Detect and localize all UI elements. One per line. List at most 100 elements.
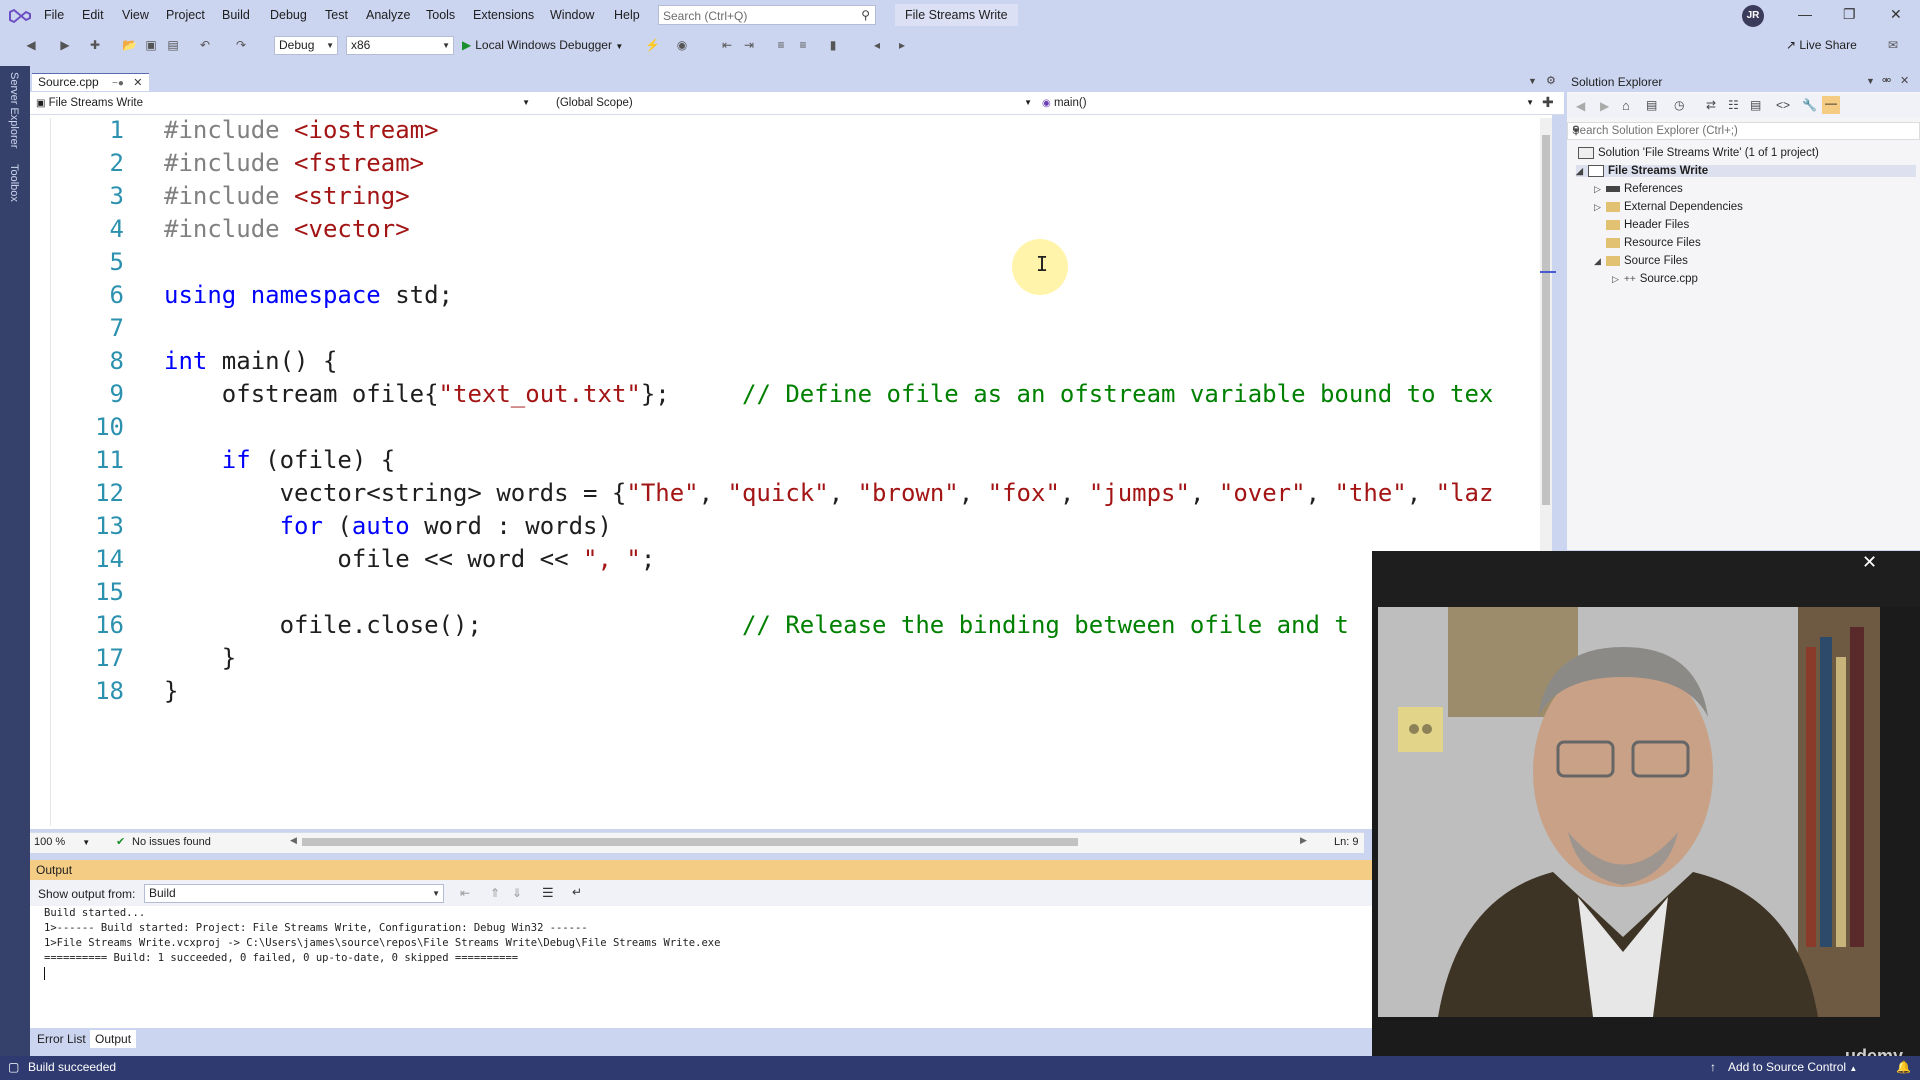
step-icon[interactable]: ⇤: [720, 38, 734, 52]
step-over-icon[interactable]: ⇥: [742, 38, 756, 52]
start-debugging-button[interactable]: ▶ Local Windows Debugger ▼: [462, 36, 623, 55]
hot-reload-icon[interactable]: ⚡: [645, 38, 660, 52]
close-tab-icon[interactable]: ✕: [133, 77, 142, 89]
tree-external-dependencies[interactable]: ▷ External Dependencies: [1594, 201, 1743, 213]
tab-output[interactable]: Output: [90, 1030, 137, 1048]
code-line-12: vector<string> words = {"The", "quick", …: [164, 479, 1494, 507]
menu-analyze[interactable]: Analyze: [366, 8, 410, 22]
word-wrap-icon[interactable]: ↵: [572, 885, 582, 899]
solution-search-input[interactable]: Search Solution Explorer (Ctrl+;) ⚲ ▼: [1567, 122, 1920, 140]
switch-views-icon[interactable]: ▤: [1646, 98, 1657, 112]
live-share-button[interactable]: ↗ Live Share: [1786, 38, 1857, 52]
prev-message-icon[interactable]: ⇑: [490, 886, 500, 900]
add-to-source-control-button[interactable]: Add to Source Control ▲: [1728, 1060, 1857, 1074]
server-explorer-tab[interactable]: Server Explorer: [8, 72, 20, 148]
config-dropdown[interactable]: Debug ▼: [274, 36, 338, 55]
save-all-icon[interactable]: ▤: [166, 38, 180, 52]
nav-function-dropdown[interactable]: ◉ main() ▼: [1042, 94, 1536, 112]
menu-project[interactable]: Project: [166, 8, 205, 22]
menu-build[interactable]: Build: [222, 8, 250, 22]
close-panel-icon[interactable]: ✕: [1900, 74, 1909, 87]
menu-edit[interactable]: Edit: [82, 8, 104, 22]
line-number: 8: [109, 347, 124, 375]
undo-icon[interactable]: ↶: [198, 38, 212, 52]
pending-changes-icon[interactable]: ◷: [1674, 98, 1684, 112]
tree-source-files[interactable]: ◢ Source Files: [1594, 255, 1688, 267]
close-webcam-icon[interactable]: ✕: [1862, 552, 1877, 573]
menu-window[interactable]: Window: [550, 8, 594, 22]
settings-icon[interactable]: ⚙: [1546, 74, 1556, 87]
zoom-dropdown[interactable]: 100 % ▼: [34, 836, 90, 848]
collapsed-icon: ▷: [1612, 274, 1619, 284]
vertical-scrollbar-thumb[interactable]: [1542, 135, 1550, 505]
menu-file[interactable]: File: [44, 8, 64, 22]
menu-help[interactable]: Help: [614, 8, 640, 22]
menu-extensions[interactable]: Extensions: [473, 8, 534, 22]
feedback-icon[interactable]: ✉: [1886, 38, 1900, 52]
horizontal-scrollbar-thumb[interactable]: [302, 838, 1078, 846]
nav-scope-dropdown[interactable]: (Global Scope) ▼: [556, 94, 1034, 112]
properties-icon[interactable]: 🔧: [1802, 98, 1817, 112]
open-file-icon[interactable]: 📂: [122, 38, 137, 52]
redo-icon[interactable]: ↷: [234, 38, 248, 52]
scroll-right-icon[interactable]: ▶: [1300, 835, 1307, 846]
tree-source-cpp[interactable]: ▷ ++ Source.cpp: [1612, 273, 1698, 285]
tree-header-files[interactable]: Header Files: [1594, 219, 1689, 231]
clear-all-icon[interactable]: ☰: [542, 885, 554, 901]
tree-node-label: References: [1624, 183, 1683, 195]
view-code-icon[interactable]: <>: [1776, 98, 1790, 112]
collapsed-icon: ▷: [1594, 184, 1601, 194]
find-message-icon[interactable]: ⇤: [460, 886, 470, 900]
tab-error-list[interactable]: Error List: [32, 1030, 91, 1048]
tree-solution[interactable]: Solution 'File Streams Write' (1 of 1 pr…: [1578, 147, 1819, 159]
show-all-files-icon[interactable]: ▤: [1750, 98, 1761, 112]
minimize-icon[interactable]: —: [1798, 6, 1812, 22]
tree-references[interactable]: ▷ References: [1594, 183, 1683, 195]
tab-source-cpp[interactable]: Source.cpp −● ✕: [32, 73, 149, 91]
prev-bookmark-icon[interactable]: ◂: [870, 38, 884, 52]
forward-icon[interactable]: ▶: [58, 38, 72, 52]
sync-icon[interactable]: ⇄: [1706, 98, 1716, 112]
nav-project-dropdown[interactable]: ▣ File Streams Write ▼: [36, 94, 532, 112]
pin-icon[interactable]: −●: [112, 78, 124, 89]
avatar[interactable]: JR: [1742, 5, 1764, 27]
forward-icon[interactable]: ▶: [1600, 99, 1609, 113]
notifications-icon[interactable]: 🔔: [1896, 1060, 1911, 1074]
menu-view[interactable]: View: [122, 8, 149, 22]
webcam-video: [1378, 607, 1880, 1017]
platform-dropdown[interactable]: x86 ▼: [346, 36, 454, 55]
save-icon[interactable]: ▣: [144, 38, 158, 52]
home-icon[interactable]: ⌂: [1622, 98, 1630, 113]
next-bookmark-icon[interactable]: ▸: [895, 38, 909, 52]
comment-icon[interactable]: ≡: [774, 38, 788, 52]
close-icon[interactable]: ✕: [1890, 6, 1902, 23]
back-icon[interactable]: ◀: [24, 38, 38, 52]
tree-resource-files[interactable]: Resource Files: [1594, 237, 1701, 249]
issues-status[interactable]: No issues found: [132, 836, 211, 848]
menu-test[interactable]: Test: [325, 8, 348, 22]
screenshot-icon[interactable]: ◉: [675, 38, 689, 52]
tab-overflow-icon[interactable]: ▼: [1528, 76, 1537, 86]
line-number: 15: [95, 578, 124, 606]
menu-debug[interactable]: Debug: [270, 8, 307, 22]
panel-menu-icon[interactable]: ▼: [1866, 76, 1875, 86]
tree-project[interactable]: ◢ File Streams Write: [1576, 165, 1916, 178]
back-icon[interactable]: ◀: [1576, 99, 1585, 113]
search-input[interactable]: Search (Ctrl+Q) ⚲: [658, 5, 876, 25]
scroll-left-icon[interactable]: ◀: [290, 835, 297, 846]
bookmark-icon[interactable]: ▮: [826, 38, 840, 52]
output-source-dropdown[interactable]: Build ▼: [144, 884, 444, 903]
uncomment-icon[interactable]: ≡: [796, 38, 810, 52]
search-placeholder: Search (Ctrl+Q): [663, 9, 748, 23]
pin-icon[interactable]: ⚮: [1882, 74, 1891, 87]
next-message-icon[interactable]: ⇓: [512, 886, 522, 900]
split-editor-icon[interactable]: ✚: [1542, 94, 1554, 111]
collapse-all-icon[interactable]: ☷: [1728, 98, 1739, 112]
gutter-margin: [50, 118, 51, 826]
code-line-17: }: [164, 644, 237, 672]
menu-tools[interactable]: Tools: [426, 8, 455, 22]
new-project-icon[interactable]: ✚: [88, 38, 102, 52]
toolbox-tab[interactable]: Toolbox: [8, 164, 20, 202]
preview-icon[interactable]: —: [1822, 96, 1840, 114]
restore-icon[interactable]: ❐: [1843, 6, 1856, 23]
